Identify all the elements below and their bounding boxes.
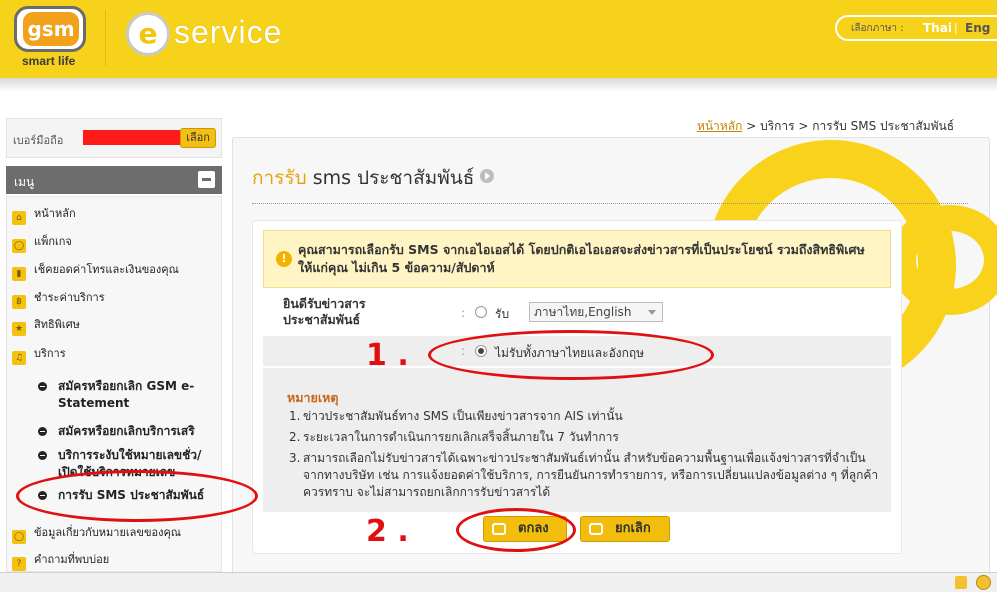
bullet-icon	[38, 451, 47, 460]
phone-icon: ▮	[12, 267, 26, 281]
smiley-icon	[976, 575, 991, 590]
e-logo-icon: e	[126, 12, 170, 56]
sidebar-item-payment[interactable]: ฿ ชำระค่าบริการ	[12, 290, 105, 309]
phone-selector: เบอร์มือถือ เลือก	[6, 118, 222, 158]
notice-text: คุณสามารถเลือกรับ SMS จากเอไอเอสได้ โดยป…	[298, 242, 865, 275]
field-label: ยินดีรับข่าวสารประชาสัมพันธ์	[283, 296, 366, 327]
warning-icon: !	[276, 251, 292, 267]
language-label: เลือกภาษา :	[851, 23, 904, 34]
sidebar-item-home[interactable]: ⌂ หน้าหลัก	[12, 206, 76, 225]
sidebar-item-privileges[interactable]: ★ สิทธิพิเศษ	[12, 317, 80, 336]
dropdown-caret-icon	[648, 310, 656, 315]
gsm-logo[interactable]: gsm	[14, 6, 86, 52]
star-icon: ★	[12, 322, 26, 336]
remark-item: 1. ข่าวประชาสัมพันธ์ทาง SMS เป็นเพียงข่าว…	[289, 409, 623, 423]
chat-icon	[589, 523, 603, 535]
select-phone-button[interactable]: เลือก	[180, 128, 216, 148]
home-icon: ⌂	[12, 211, 26, 225]
sidebar-item-label: แพ็กเกจ	[34, 235, 72, 248]
sidebar-item-services[interactable]: ♫ บริการ	[12, 346, 66, 365]
sidebar-item-faq[interactable]: ? คำถามที่พบบ่อย	[12, 552, 110, 571]
annotation-ellipse-ok	[456, 508, 576, 552]
title-divider	[252, 203, 968, 204]
redacted-phone-number[interactable]	[83, 130, 181, 145]
remark-box: หมายเหตุ 1. ข่าวประชาสัมพันธ์ทาง SMS เป็น…	[263, 368, 891, 512]
sidebar-item-label: ชำระค่าบริการ	[34, 291, 105, 304]
language-select-value: ภาษาไทย,English	[534, 305, 632, 319]
menu-title: เมนู	[14, 175, 35, 189]
remark-title: หมายเหตุ	[287, 390, 339, 405]
radio-receive-label: รับ	[495, 307, 510, 321]
sidebar-item-label: หน้าหลัก	[34, 207, 76, 220]
annotation-ellipse-menu	[16, 470, 258, 522]
chat-icon: ◯	[12, 239, 26, 253]
header-divider	[105, 10, 106, 66]
breadcrumb: หน้าหลัก > บริการ > การรับ SMS ประชาสัมพ…	[697, 117, 954, 136]
sidebar-item-label: บริการ	[34, 347, 66, 360]
header-shadow	[0, 78, 997, 92]
radio-receive[interactable]	[475, 306, 487, 318]
question-icon: ?	[12, 557, 26, 571]
sidebar-item-number-info[interactable]: ◯ ข้อมูลเกี่ยวกับหมายเลขของคุณ	[12, 525, 182, 544]
sidebar-subitem-addon[interactable]: สมัครหรือยกเลิกบริการเสริ	[38, 423, 216, 440]
sidebar-item-package[interactable]: ◯ แพ็กเกจ	[12, 234, 72, 253]
sidebar-item-check-balance[interactable]: ▮ เช็คยอดค่าโทรและเงินของคุณ	[12, 262, 179, 281]
phone-label: เบอร์มือถือ	[13, 134, 64, 147]
form-row-receive: ยินดีรับข่าวสารประชาสัมพันธ์ : รับ ภาษาไ…	[263, 294, 891, 334]
annotation-ellipse-option	[428, 330, 714, 380]
language-select[interactable]: ภาษาไทย,English	[529, 302, 663, 322]
annotation-step-2: 2 .	[366, 514, 409, 549]
sidebar-item-label: สิทธิพิเศษ	[34, 318, 80, 331]
menu-header: เมนู	[6, 166, 222, 194]
service-brand: service	[174, 14, 283, 50]
play-icon	[480, 169, 495, 183]
chat-icon: ◯	[12, 530, 26, 544]
language-switcher: เลือกภาษา : Thai | Eng	[835, 15, 997, 41]
page-title-prefix: การรับ	[252, 167, 307, 189]
bullet-icon	[38, 382, 47, 391]
sidebar-item-label: ข้อมูลเกี่ยวกับหมายเลขของคุณ	[34, 526, 182, 539]
page-title-rest: sms ประชาสัมพันธ์	[306, 167, 475, 189]
lang-separator: |	[954, 21, 958, 34]
notice-box: ! คุณสามารถเลือกรับ SMS จากเอไอเอสได้ โด…	[263, 230, 891, 288]
breadcrumb-rest: > บริการ > การรับ SMS ประชาสัมพันธ์	[742, 119, 955, 133]
remark-item: 3. สามารถเลือกไม่รับข่าวสารได้เฉพาะข่าวปร…	[289, 451, 879, 499]
annotation-step-1: 1 .	[366, 338, 409, 373]
baht-icon: ฿	[12, 295, 26, 309]
browser-status-bar	[0, 572, 997, 592]
lock-icon	[955, 576, 967, 589]
remark-item: 2. ระยะเวลาในการดำเนินการยกเลิกเสร็จสิ้นภ…	[289, 430, 619, 444]
sidebar-item-label: เช็คยอดค่าโทรและเงินของคุณ	[34, 263, 179, 276]
collapse-icon[interactable]	[198, 171, 215, 188]
page-title: การรับ sms ประชาสัมพันธ์	[252, 163, 495, 193]
lang-thai-link[interactable]: Thai	[923, 21, 952, 35]
music-icon: ♫	[12, 351, 26, 365]
bullet-icon	[38, 427, 47, 436]
sidebar-subitem-estatement[interactable]: สมัครหรือยกเลิก GSM e-Statement	[38, 378, 216, 414]
cancel-button[interactable]: ยกเลิก	[580, 516, 670, 542]
colon: :	[461, 306, 466, 320]
gsm-logo-text: gsm	[23, 12, 79, 46]
tagline: smart life	[22, 54, 76, 68]
breadcrumb-home-link[interactable]: หน้าหลัก	[697, 119, 742, 133]
top-header: gsm smart life e service เลือกภาษา : Tha…	[0, 0, 997, 78]
remark-list: 1. ข่าวประชาสัมพันธ์ทาง SMS เป็นเพียงข่าว…	[289, 408, 884, 505]
lang-eng-link[interactable]: Eng	[965, 21, 990, 35]
sidebar-item-label: คำถามที่พบบ่อย	[34, 553, 110, 566]
